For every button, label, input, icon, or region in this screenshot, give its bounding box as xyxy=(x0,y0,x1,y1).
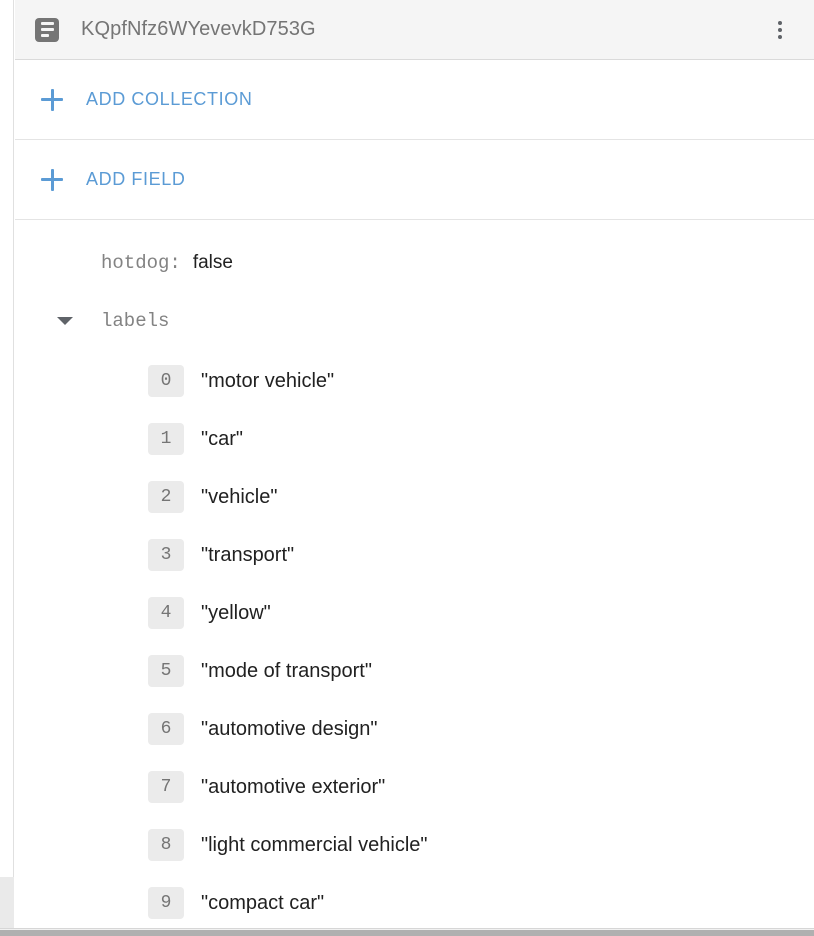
array-item-value: "vehicle" xyxy=(201,485,278,508)
firestore-document-panel: KQpfNfz6WYevevkD753G ADD COLLECTION ADD … xyxy=(0,0,814,936)
add-collection-button[interactable]: ADD COLLECTION xyxy=(15,60,814,140)
document-icon xyxy=(35,17,59,42)
array-index-badge: 2 xyxy=(148,481,184,513)
left-gutter-highlight xyxy=(0,877,14,928)
array-index-badge: 7 xyxy=(148,771,184,803)
add-field-button[interactable]: ADD FIELD xyxy=(15,140,814,220)
more-vert-icon[interactable] xyxy=(768,18,792,42)
array-item-value: "automotive design" xyxy=(201,717,378,740)
array-index-badge: 5 xyxy=(148,655,184,687)
list-item[interactable]: 9 "compact car" xyxy=(15,874,814,928)
list-item[interactable]: 7 "automotive exterior" xyxy=(15,758,814,816)
array-index-badge: 1 xyxy=(148,423,184,455)
array-index-badge: 0 xyxy=(148,365,184,397)
array-index-badge: 3 xyxy=(148,539,184,571)
horizontal-scrollbar-thumb[interactable] xyxy=(0,930,814,936)
field-value: false xyxy=(192,252,233,273)
horizontal-scrollbar[interactable] xyxy=(0,928,814,936)
caret-down-icon[interactable] xyxy=(57,317,73,325)
array-index-badge: 9 xyxy=(148,887,184,919)
list-item[interactable]: 5 "mode of transport" xyxy=(15,642,814,700)
plus-icon xyxy=(41,168,63,191)
fields-list: hotdog: false labels 0 "motor vehicle" 1… xyxy=(15,220,814,928)
list-item[interactable]: 2 "vehicle" xyxy=(15,468,814,526)
field-row-hotdog[interactable]: hotdog: false xyxy=(15,234,814,292)
array-item-value: "automotive exterior" xyxy=(201,775,386,798)
array-item-value: "transport" xyxy=(201,543,295,566)
add-field-label: ADD FIELD xyxy=(86,169,186,189)
array-item-value: "yellow" xyxy=(201,601,271,624)
list-item[interactable]: 3 "transport" xyxy=(15,526,814,584)
field-key: hotdog: xyxy=(101,252,181,274)
array-item-value: "compact car" xyxy=(201,891,325,914)
list-item[interactable]: 4 "yellow" xyxy=(15,584,814,642)
list-item[interactable]: 0 "motor vehicle" xyxy=(15,352,814,410)
list-item[interactable]: 8 "light commercial vehicle" xyxy=(15,816,814,874)
field-row-labels[interactable]: labels xyxy=(15,292,814,350)
array-index-badge: 8 xyxy=(148,829,184,861)
list-item[interactable]: 1 "car" xyxy=(15,410,814,468)
list-item[interactable]: 6 "automotive design" xyxy=(15,700,814,758)
document-id-title: KQpfNfz6WYevevkD753G xyxy=(81,18,316,40)
array-index-badge: 4 xyxy=(148,597,184,629)
left-gutter xyxy=(0,0,14,936)
array-item-value: "mode of transport" xyxy=(201,659,372,682)
field-key-labels: labels xyxy=(101,310,170,332)
document-header: KQpfNfz6WYevevkD753G xyxy=(15,0,814,60)
labels-array-items: 0 "motor vehicle" 1 "car" 2 "vehicle" 3 … xyxy=(15,350,814,928)
array-item-value: "motor vehicle" xyxy=(201,369,335,392)
array-item-value: "light commercial vehicle" xyxy=(201,833,428,856)
plus-icon xyxy=(41,88,63,111)
array-index-badge: 6 xyxy=(148,713,184,745)
add-collection-label: ADD COLLECTION xyxy=(86,89,253,109)
document-panel: KQpfNfz6WYevevkD753G ADD COLLECTION ADD … xyxy=(15,0,814,928)
array-item-value: "car" xyxy=(201,427,243,450)
